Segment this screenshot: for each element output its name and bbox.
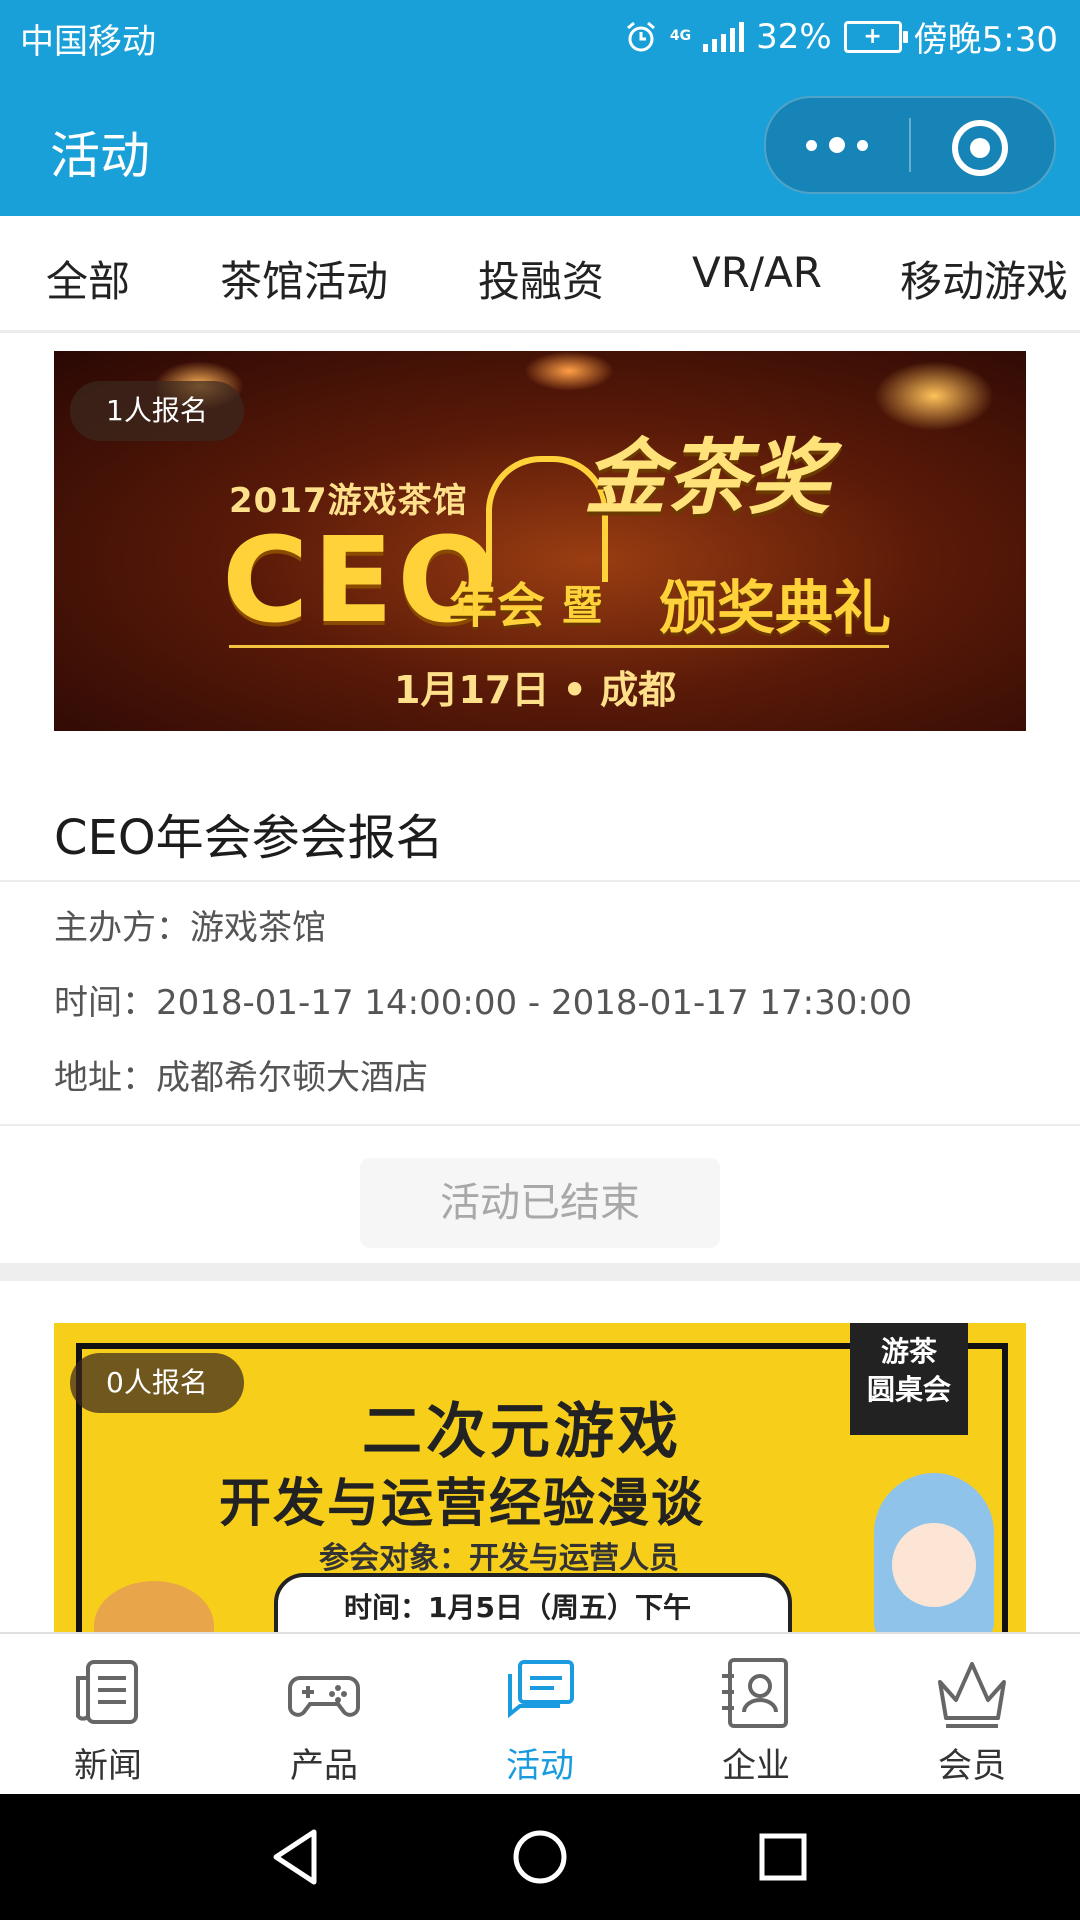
mini-program-capsule bbox=[764, 96, 1056, 194]
back-icon[interactable] bbox=[264, 1824, 330, 1890]
address-label: 地址： bbox=[54, 1058, 156, 1098]
divider bbox=[0, 1124, 1080, 1126]
page-title: 活动 bbox=[50, 127, 150, 185]
signup-count-badge: 0人报名 bbox=[70, 1353, 244, 1413]
event-title[interactable]: CEO年会参会报名 bbox=[54, 798, 444, 868]
clock: 傍晚5:30 bbox=[913, 20, 1058, 60]
nav-label: 会员 bbox=[938, 1746, 1006, 1786]
anime-girl-face bbox=[892, 1523, 976, 1607]
battery-icon: + bbox=[843, 20, 908, 53]
home-icon[interactable] bbox=[507, 1824, 573, 1890]
event-banner[interactable]: 2017游戏茶馆 CEO 年会 暨 金茶奖 颁奖典礼 1月17日 • 成都 1人… bbox=[54, 351, 1026, 731]
time-label: 时间： bbox=[54, 983, 156, 1023]
battery-percent: 32% bbox=[756, 16, 832, 57]
tab-all[interactable]: 全部 bbox=[46, 248, 130, 309]
carrier-name: 中国移动 bbox=[20, 22, 156, 62]
category-tabs: 全部 茶馆活动 投融资 VR/AR 移动游戏 bbox=[0, 216, 1080, 333]
event-organizer: 主办方：游戏茶馆 bbox=[54, 900, 326, 949]
status-right: 4G 32% + 傍晚5:30 bbox=[624, 12, 1058, 61]
nav-label: 新闻 bbox=[74, 1746, 142, 1786]
signup-count-badge: 1人报名 bbox=[70, 381, 244, 441]
more-dots-icon[interactable] bbox=[766, 98, 908, 192]
banner-tag: 游茶 圆桌会 bbox=[850, 1323, 968, 1435]
signal-icon bbox=[703, 21, 745, 52]
event-address: 地址：成都希尔顿大酒店 bbox=[54, 1050, 428, 1099]
banner-line-1: 二次元游戏 bbox=[362, 1397, 682, 1467]
alarm-icon bbox=[626, 21, 655, 51]
status-bar: 中国移动 4G 32% + 傍晚5:30 bbox=[0, 0, 1080, 74]
banner-line-2: 开发与运营经验漫谈 bbox=[219, 1474, 706, 1534]
contact-card-icon bbox=[722, 1658, 788, 1728]
card-gap bbox=[0, 1263, 1080, 1281]
recents-icon[interactable] bbox=[750, 1824, 816, 1890]
divider bbox=[0, 880, 1080, 882]
nav-company[interactable]: 企业 bbox=[648, 1634, 864, 1796]
chat-icon bbox=[508, 1660, 574, 1719]
tag-line-2: 圆桌会 bbox=[866, 1373, 951, 1406]
tab-mobile-games[interactable]: 移动游戏 bbox=[900, 248, 1068, 309]
tab-vr-ar[interactable]: VR/AR bbox=[692, 248, 822, 297]
banner-ceremony: 颁奖典礼 bbox=[659, 574, 892, 642]
banner-rule bbox=[229, 645, 889, 648]
event-ended-button[interactable]: 活动已结束 bbox=[360, 1158, 720, 1248]
nav-events[interactable]: 活动 bbox=[432, 1634, 648, 1796]
tab-investment[interactable]: 投融资 bbox=[478, 248, 604, 309]
organizer-label: 主办方： bbox=[54, 908, 190, 948]
firework-spark bbox=[524, 351, 614, 391]
target-circle-icon[interactable] bbox=[952, 120, 1008, 176]
network-type: 4G bbox=[669, 28, 692, 44]
top-bar: 中国移动 4G 32% + 傍晚5:30 活动 bbox=[0, 0, 1080, 216]
bottom-nav: 新闻 产品 活动 企业 会员 bbox=[0, 1632, 1080, 1796]
address-value: 成都希尔顿大酒店 bbox=[156, 1058, 428, 1098]
firework-spark bbox=[874, 361, 994, 431]
nav-news[interactable]: 新闻 bbox=[0, 1634, 216, 1796]
system-nav-bar bbox=[0, 1794, 1080, 1920]
event-banner[interactable]: 游茶圆桌会 二次元游戏 开发与运营经验漫谈 参会对象：开发与运营人员 时间：1月… bbox=[54, 1323, 1026, 1633]
gamepad-icon bbox=[288, 1676, 360, 1717]
banner-ji: 暨 bbox=[562, 583, 602, 629]
nav-member[interactable]: 会员 bbox=[864, 1634, 1080, 1796]
organizer-value: 游戏茶馆 bbox=[190, 908, 326, 948]
nav-label: 企业 bbox=[722, 1746, 790, 1786]
event-time: 时间：2018-01-17 14:00:00 - 2018-01-17 17:3… bbox=[54, 975, 912, 1024]
capsule-divider bbox=[909, 118, 911, 172]
nav-label: 产品 bbox=[290, 1746, 358, 1786]
banner-gold-award: 金茶奖 bbox=[584, 431, 830, 526]
banner-annual: 年会 bbox=[449, 578, 546, 634]
tag-line-1: 游茶 bbox=[880, 1335, 937, 1368]
crown-icon bbox=[938, 1662, 1006, 1728]
time-value: 2018-01-17 14:00:00 - 2018-01-17 17:30:0… bbox=[156, 983, 913, 1023]
news-icon bbox=[76, 1660, 138, 1724]
nav-products[interactable]: 产品 bbox=[216, 1634, 432, 1796]
tab-teahouse[interactable]: 茶馆活动 bbox=[220, 248, 388, 309]
banner-line-3: 参会对象：开发与运营人员 bbox=[319, 1541, 679, 1576]
banner-date-place: 1月17日 • 成都 bbox=[394, 668, 677, 712]
banner-line-4: 时间：1月5日（周五）下午 bbox=[344, 1591, 691, 1624]
nav-label: 活动 bbox=[506, 1746, 574, 1786]
